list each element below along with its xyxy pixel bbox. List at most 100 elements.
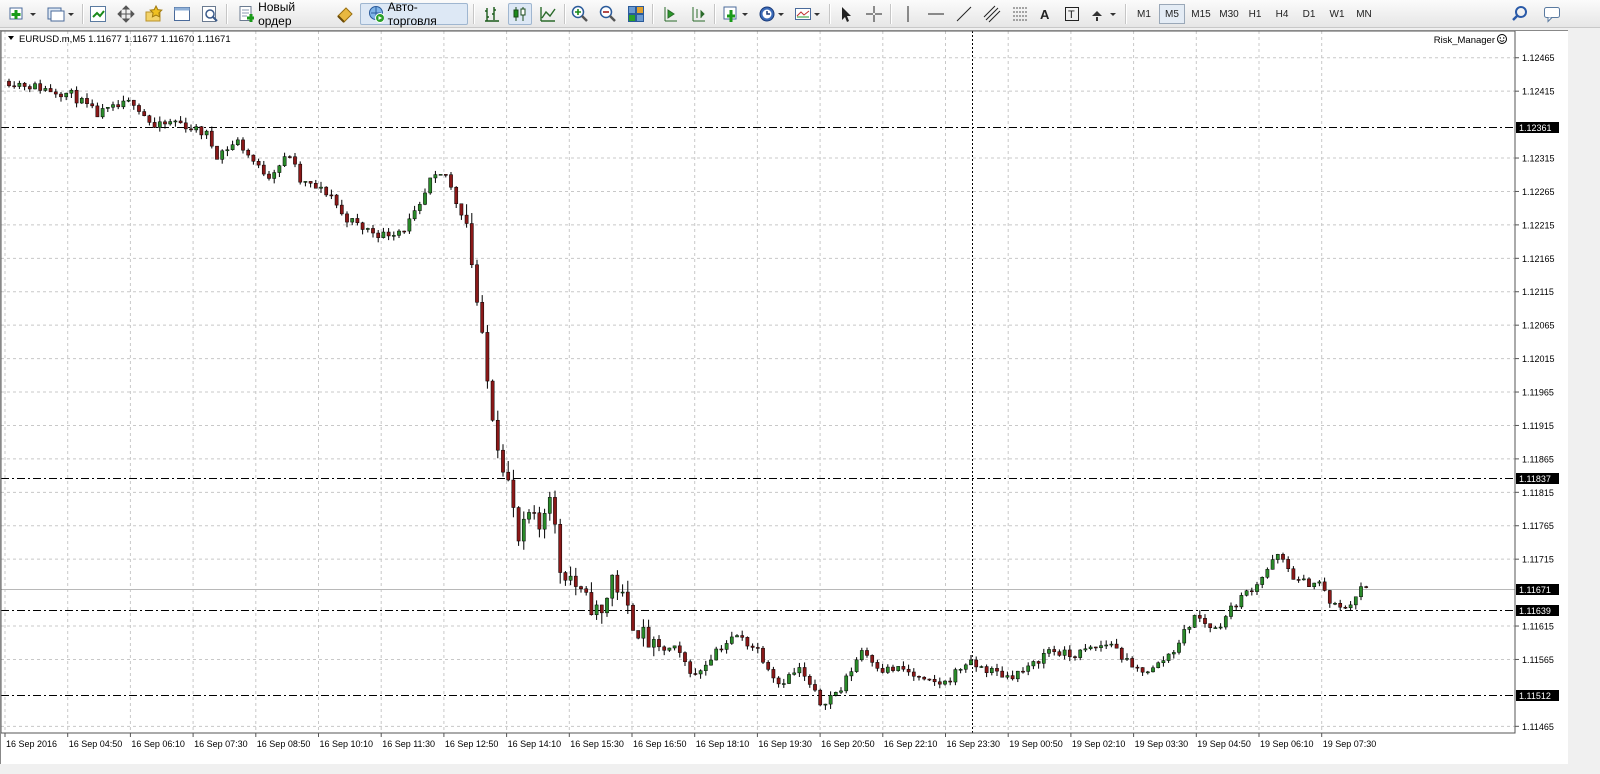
candle: [1239, 592, 1244, 609]
candle: [168, 118, 173, 126]
crosshair-button[interactable]: [862, 3, 886, 25]
timeframe-h4[interactable]: H4: [1271, 4, 1293, 24]
candle: [17, 80, 22, 90]
candle: [495, 410, 500, 459]
text-button[interactable]: A: [1034, 3, 1056, 25]
zoom-in-button[interactable]: [568, 3, 592, 25]
search-button[interactable]: [1508, 3, 1532, 25]
chart-window[interactable]: 1.12465 1.12415 1.12315 1.12265 1.12215 1.121…: [0, 30, 1568, 764]
candle-body: [17, 82, 22, 87]
indicators-button[interactable]: [720, 3, 752, 25]
tile-windows-button[interactable]: [624, 3, 648, 25]
navigator-button[interactable]: [114, 3, 138, 25]
candle: [111, 101, 115, 111]
candlestick-chart-button[interactable]: [508, 3, 532, 25]
new-chart-button[interactable]: [6, 3, 40, 25]
candle-body: [433, 174, 438, 179]
equidistant-channel-button[interactable]: [980, 3, 1004, 25]
profiles-button[interactable]: [44, 3, 78, 25]
candle: [605, 597, 609, 617]
plot-border: [0, 30, 1516, 734]
fibonacci-button[interactable]: [1008, 3, 1032, 25]
timeframe-h1[interactable]: H1: [1244, 4, 1266, 24]
candle: [1109, 641, 1114, 648]
candle-body: [287, 156, 292, 158]
candle: [807, 674, 812, 688]
time-tick-label: 16 Sep 11:30: [382, 739, 435, 749]
candle-body: [1312, 582, 1317, 588]
candle: [1005, 671, 1010, 680]
candle-body: [1119, 647, 1124, 660]
timeframe-m30[interactable]: M30: [1215, 4, 1243, 24]
candle: [79, 96, 84, 104]
text-label-button[interactable]: T: [1060, 3, 1084, 25]
candle: [371, 224, 375, 238]
clock-icon: [759, 6, 784, 22]
candle: [823, 703, 828, 710]
cursor-button[interactable]: [834, 3, 858, 25]
candle: [859, 647, 864, 662]
candle: [615, 570, 620, 601]
candle-body: [111, 104, 115, 108]
candle: [173, 119, 178, 127]
candle-body: [1301, 578, 1306, 581]
price-chart[interactable]: 1.12465 1.12415 1.12315 1.12265 1.12215 1.121…: [0, 30, 1567, 763]
trendline-button[interactable]: [952, 3, 976, 25]
autotrading-label: Авто-торговля: [387, 0, 437, 28]
strategy-tester-button[interactable]: [198, 3, 222, 25]
candle-body: [1093, 646, 1098, 649]
periods-button[interactable]: [756, 3, 788, 25]
timeframe-m5[interactable]: M5: [1159, 4, 1185, 24]
candle-body: [345, 213, 349, 223]
candle: [469, 213, 474, 269]
bar-chart-button[interactable]: [480, 3, 504, 25]
chart-menu-triangle-icon[interactable]: [8, 36, 14, 40]
market-watch-button[interactable]: [86, 3, 110, 25]
timeframe-m1[interactable]: M1: [1132, 4, 1156, 24]
candle-body: [1166, 653, 1171, 661]
timeframe-w1[interactable]: W1: [1326, 4, 1348, 24]
line-chart-button[interactable]: [536, 3, 560, 25]
timeframe-mn[interactable]: MN: [1352, 4, 1376, 24]
candle-body: [1151, 667, 1155, 673]
autotrading-button[interactable]: Авто-торговля: [360, 0, 468, 28]
candle-body: [703, 664, 708, 671]
candle: [1151, 665, 1155, 673]
price-tick-label: 1.11915: [1522, 421, 1554, 431]
candle: [1031, 660, 1036, 670]
candle-body: [797, 667, 802, 674]
candle-body: [1275, 554, 1280, 560]
candle: [1041, 648, 1046, 669]
timeframe-d1[interactable]: D1: [1298, 4, 1320, 24]
timeframe-m15[interactable]: M15: [1188, 4, 1214, 24]
metaeditor-button[interactable]: [334, 3, 356, 25]
zoom-out-button[interactable]: [596, 3, 620, 25]
candle: [22, 82, 27, 91]
chart-shift-button[interactable]: [686, 3, 710, 25]
vertical-line-button[interactable]: [896, 3, 920, 25]
market-watch-icon: [90, 6, 106, 22]
terminal-button[interactable]: [170, 3, 194, 25]
horizontal-line-button[interactable]: [924, 3, 948, 25]
community-button[interactable]: [1540, 3, 1564, 25]
candle-body: [402, 230, 407, 233]
arrows-button[interactable]: [1088, 3, 1120, 25]
candle-body: [1031, 661, 1036, 667]
favorites-button[interactable]: [142, 3, 166, 25]
candle-body: [625, 591, 630, 606]
new-order-button[interactable]: Новый ордер: [231, 0, 331, 28]
price-axis: 1.12465 1.12415 1.12315 1.12265 1.12215 1.121…: [1515, 53, 1559, 732]
candle: [417, 201, 422, 215]
candle: [828, 691, 833, 709]
time-tick-label: 16 Sep 06:10: [131, 739, 185, 749]
new-order-icon: [239, 6, 255, 22]
candle-body: [792, 672, 797, 675]
candle-body: [1047, 649, 1051, 654]
search-icon: [1512, 6, 1527, 21]
candle: [735, 634, 739, 638]
templates-button[interactable]: [792, 3, 824, 25]
candle-body: [256, 161, 261, 166]
candle: [594, 600, 599, 620]
autoscroll-button[interactable]: [658, 3, 682, 25]
candle: [501, 444, 505, 477]
